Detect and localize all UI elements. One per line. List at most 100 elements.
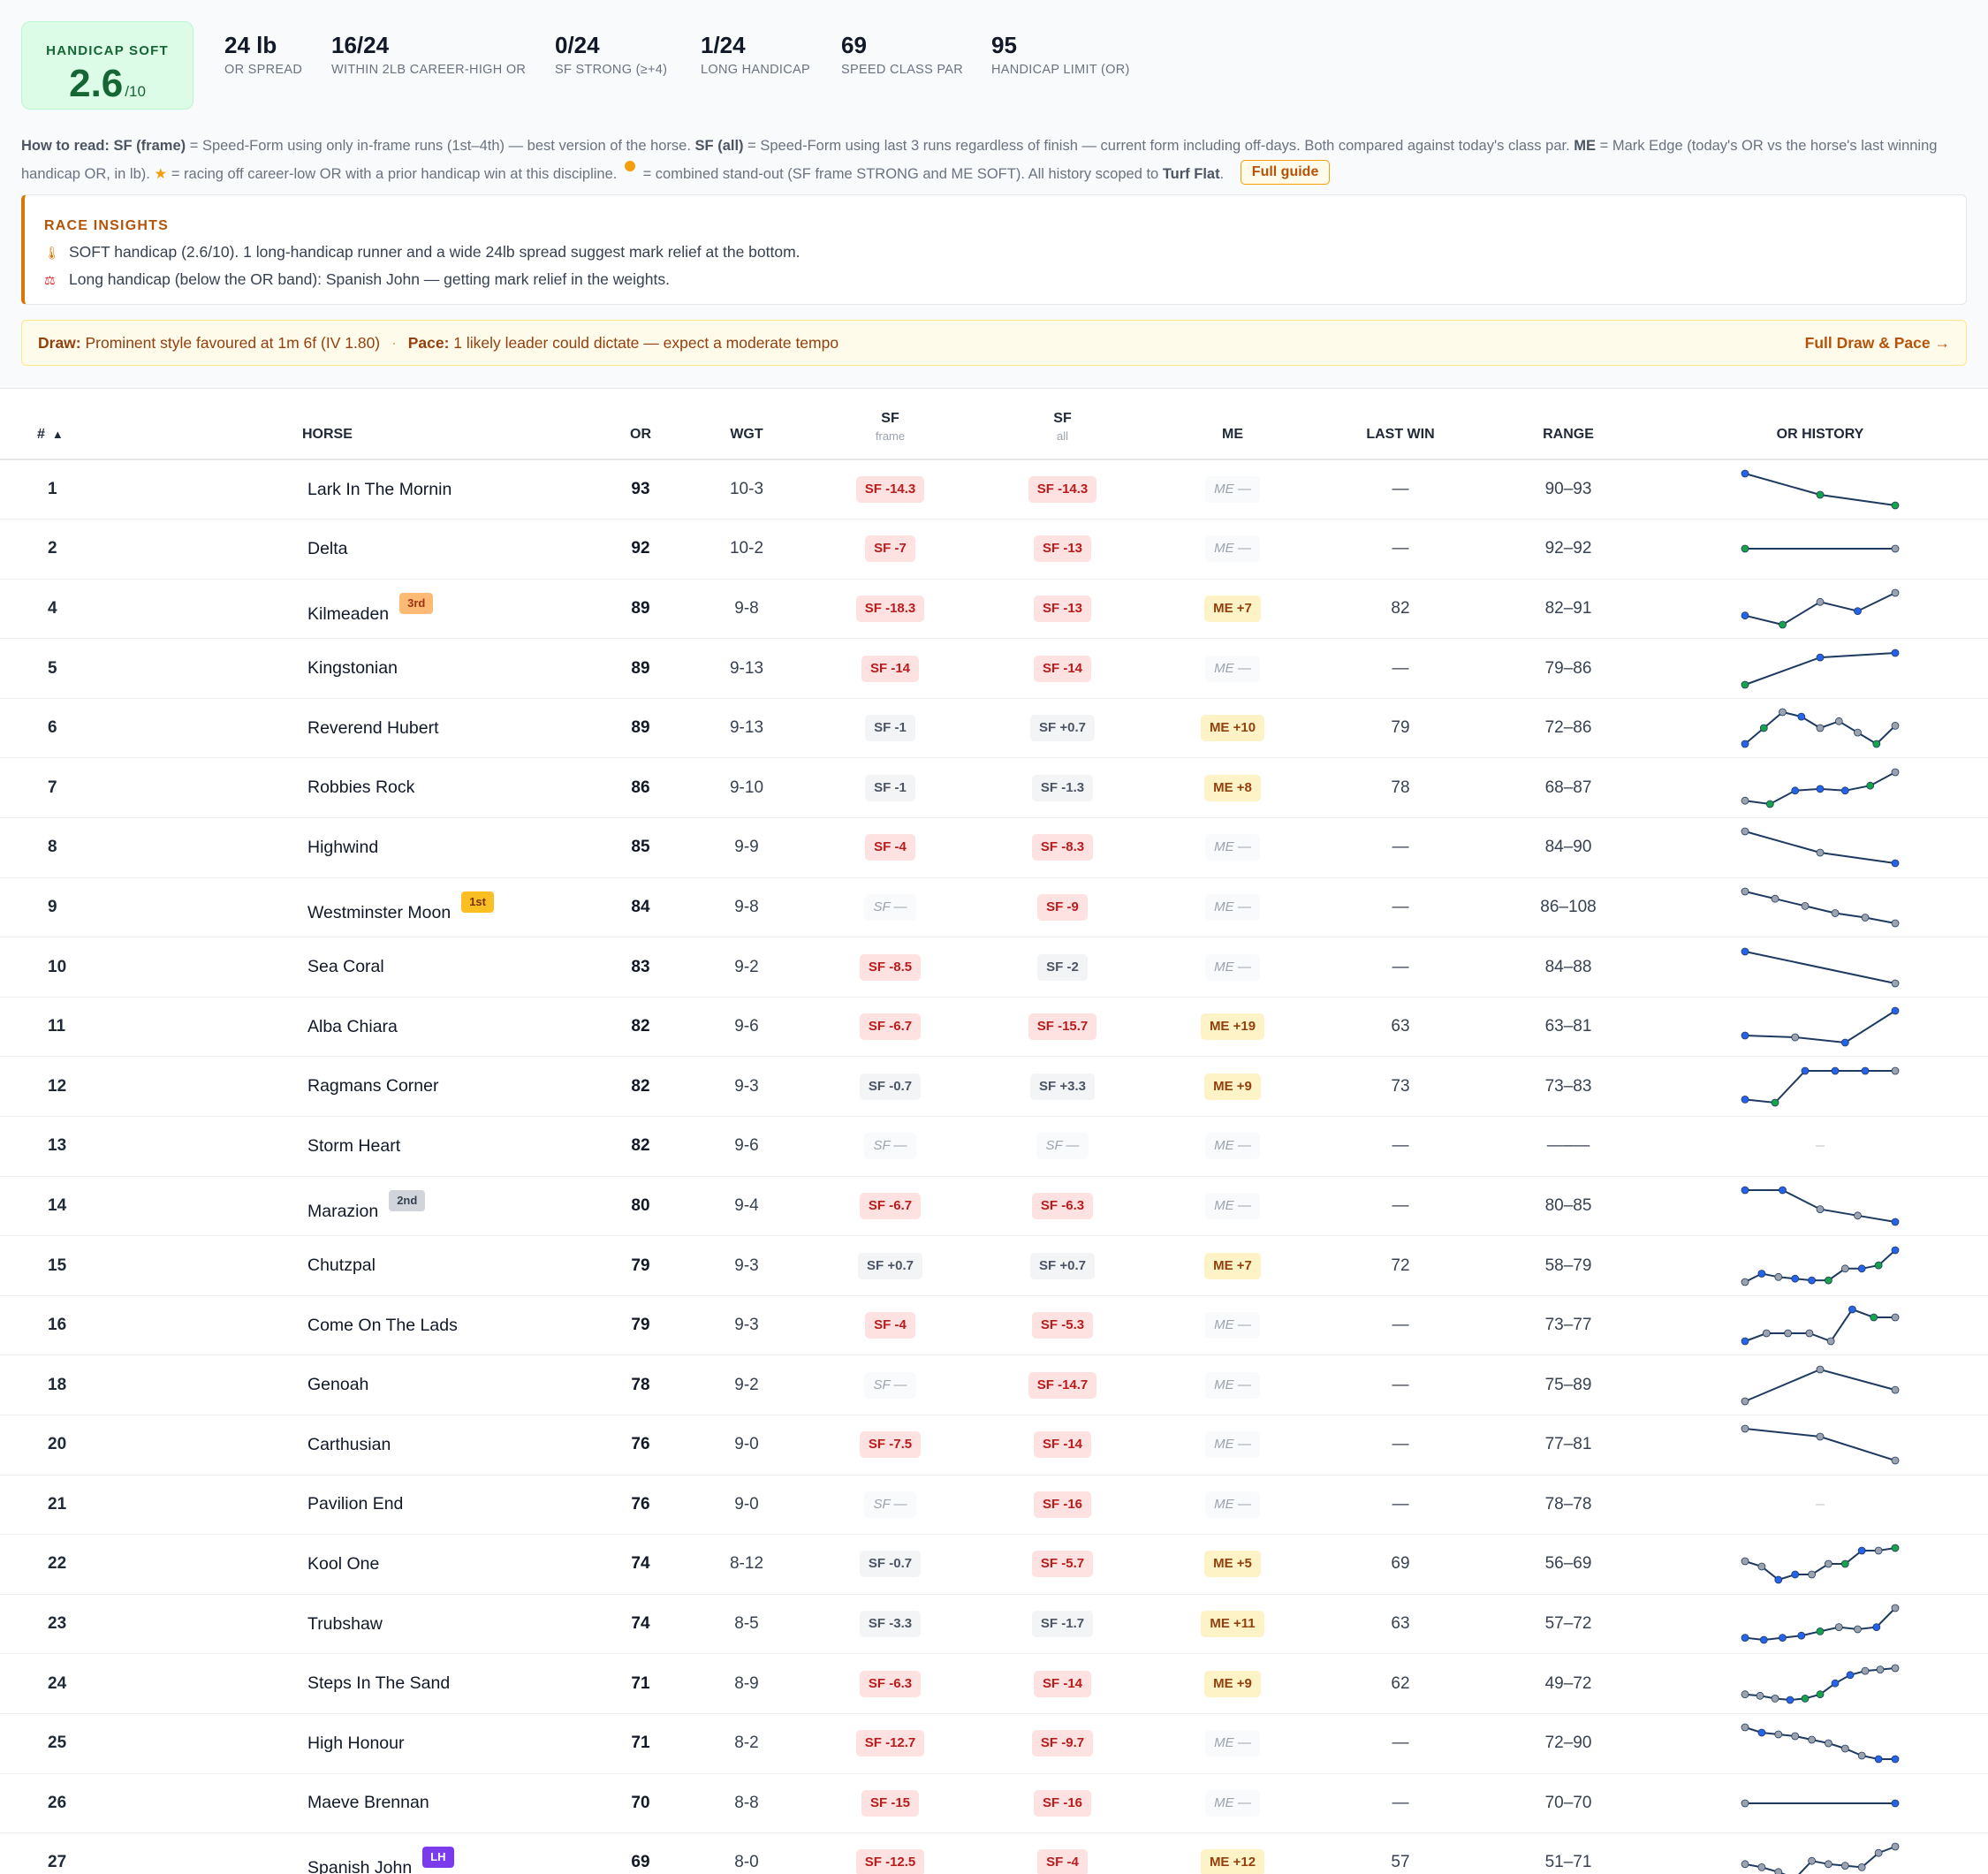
table-row[interactable]: 25 High Honour 71 8-2 SF -12.7 SF -9.7 ME — —72… (0, 1713, 1988, 1774)
horse-name[interactable]: Lark In The Mornin (307, 480, 451, 499)
horse-name[interactable]: Genoah (307, 1375, 368, 1394)
horse-name[interactable]: Steps In The Sand (307, 1673, 450, 1693)
cell-horse[interactable]: Steps In The Sand (133, 1653, 592, 1714)
table-row[interactable]: 24 Steps In The Sand 71 8-9 SF -6.3 SF -14 ME … (0, 1653, 1988, 1714)
cell-sf-all: SF +3.3 (976, 1056, 1149, 1118)
horse-name[interactable]: Highwind (307, 838, 378, 857)
table-row[interactable]: 2 Delta 92 10-2 SF -7 SF -13 ME — —92–92 (0, 519, 1988, 580)
col-horse[interactable]: HORSE (133, 389, 592, 460)
cell-horse[interactable]: Pavilion End (133, 1475, 592, 1536)
cell-horse[interactable]: Lark In The Mornin (133, 459, 592, 520)
table-row[interactable]: 26 Maeve Brennan 70 8-8 SF -15 SF -16 ME — —70–… (0, 1773, 1988, 1834)
table-row[interactable]: 6 Reverend Hubert 89 9-13 SF -1 SF +0.7 ME +10… (0, 698, 1988, 759)
cell-sf-all: SF -14.7 (976, 1354, 1149, 1415)
cell-horse[interactable]: Trubshaw (133, 1594, 592, 1655)
horse-name[interactable]: Kilmeaden (307, 604, 389, 624)
col-or[interactable]: OR (592, 389, 689, 460)
cell-range: 58–79 (1484, 1235, 1652, 1296)
table-row[interactable]: 15 Chutzpal 79 9-3 SF +0.7 SF +0.7 ME +7 72 58–7… (0, 1235, 1988, 1296)
horse-name[interactable]: Storm Heart (307, 1136, 400, 1156)
table-row[interactable]: 11 Alba Chiara 82 9-6 SF -6.7 SF -15.7 ME +19 6… (0, 997, 1988, 1058)
cell-horse[interactable]: Chutzpal (133, 1235, 592, 1296)
sf-all-pill: SF +3.3 (1030, 1073, 1095, 1100)
table-row[interactable]: 8 Highwind 85 9-9 SF -4 SF -8.3 ME — —84–90 (0, 817, 1988, 878)
cell-or-history (1652, 459, 1988, 520)
col-me[interactable]: ME (1149, 389, 1316, 460)
cell-or: 85 (592, 817, 689, 878)
table-row[interactable]: 23 Trubshaw 74 8-5 SF -3.3 SF -1.7 ME +11 63 57–… (0, 1594, 1988, 1655)
horse-name[interactable]: Trubshaw (307, 1614, 383, 1634)
horse-name[interactable]: Pavilion End (307, 1494, 403, 1514)
horse-name[interactable]: High Honour (307, 1734, 404, 1753)
horse-name[interactable]: Delta (307, 539, 348, 558)
cell-sf-frame: SF — (804, 877, 976, 938)
table-row[interactable]: 1 Lark In The Mornin 93 10-3 SF -14.3 SF -14.… (0, 459, 1988, 520)
horse-name[interactable]: Reverend Hubert (307, 718, 439, 738)
horse-name[interactable]: Ragmans Corner (307, 1076, 438, 1096)
table-row[interactable]: 22 Kool One 74 8-12 SF -0.7 SF -5.7 ME +5 69 56–… (0, 1534, 1988, 1595)
cell-horse[interactable]: Kool One (133, 1534, 592, 1595)
horse-name[interactable]: Chutzpal (307, 1256, 376, 1275)
table-row[interactable]: 27 Spanish John LH 69 8-0 SF -12.5 SF -4 ME +12… (0, 1832, 1988, 1874)
cell-horse[interactable]: Kingstonian (133, 638, 592, 699)
horse-name[interactable]: Westminster Moon (307, 903, 451, 922)
howto-sf-all: SF (all) (694, 138, 744, 154)
cell-horse[interactable]: Maeve Brennan (133, 1773, 592, 1834)
horse-name[interactable]: Spanish John (307, 1858, 412, 1874)
col-num[interactable]: # ▲ (0, 389, 133, 460)
cell-horse[interactable]: High Honour (133, 1713, 592, 1774)
col-range[interactable]: RANGE (1484, 389, 1652, 460)
cell-horse[interactable]: Storm Heart (133, 1116, 592, 1177)
cell-horse[interactable]: Sea Coral (133, 937, 592, 998)
table-row[interactable]: 10 Sea Coral 83 9-2 SF -8.5 SF -2 ME — —84–88 (0, 937, 1988, 998)
horse-name[interactable]: Sea Coral (307, 957, 384, 976)
cell-horse[interactable]: Kilmeaden 3rd (133, 579, 592, 640)
cell-horse[interactable]: Westminster Moon 1st (133, 877, 592, 938)
cell-horse[interactable]: Ragmans Corner (133, 1056, 592, 1118)
table-row[interactable]: 20 Carthusian 76 9-0 SF -7.5 SF -14 ME — —77–81 (0, 1415, 1988, 1476)
full-draw-pace-link[interactable]: Full Draw & Pace → (1805, 321, 1950, 365)
or-history-sparkline (1741, 947, 1900, 987)
cell-horse[interactable]: Marazion 2nd (133, 1176, 592, 1237)
horse-name[interactable]: Alba Chiara (307, 1017, 398, 1036)
horse-name[interactable]: Marazion (307, 1202, 378, 1221)
col-sf-frame[interactable]: SF frame (804, 389, 976, 460)
cell-horse[interactable]: Carthusian (133, 1415, 592, 1476)
sparkline-point (1891, 544, 1900, 553)
or-history-sparkline (1816, 1504, 1825, 1506)
sparkline-point (1808, 1571, 1816, 1579)
cell-sf-frame: SF -1 (804, 757, 976, 819)
table-row[interactable]: 9 Westminster Moon 1st 84 9-8 SF — SF -9 ME — —8… (0, 877, 1988, 938)
cell-horse[interactable]: Spanish John LH (133, 1832, 592, 1874)
horse-name[interactable]: Maeve Brennan (307, 1793, 429, 1812)
table-row[interactable]: 13 Storm Heart 82 9-6 SF — SF — ME — — —–— (0, 1116, 1988, 1177)
horse-name[interactable]: Come On The Lads (307, 1316, 458, 1335)
full-guide-button[interactable]: Full guide (1240, 160, 1331, 185)
table-row[interactable]: 16 Come On The Lads 79 9-3 SF -4 SF -5.3 ME — —… (0, 1295, 1988, 1356)
cell-horse[interactable]: Highwind (133, 817, 592, 878)
cell-horse[interactable]: Robbies Rock (133, 757, 592, 819)
cell-horse[interactable]: Genoah (133, 1354, 592, 1415)
cell-sf-frame: SF -4 (804, 817, 976, 878)
me-pill: ME +11 (1201, 1611, 1264, 1638)
cell-horse[interactable]: Reverend Hubert (133, 698, 592, 759)
horse-name[interactable]: Robbies Rock (307, 778, 414, 797)
cell-horse[interactable]: Alba Chiara (133, 997, 592, 1058)
table-row[interactable]: 14 Marazion 2nd 80 9-4 SF -6.7 SF -6.3 ME — —80–… (0, 1176, 1988, 1237)
sparkline-point (1791, 1274, 1800, 1283)
table-row[interactable]: 5 Kingstonian 89 9-13 SF -14 SF -14 ME — —79–86 (0, 638, 1988, 699)
cell-horse[interactable]: Delta (133, 519, 592, 580)
table-row[interactable]: 4 Kilmeaden 3rd 89 9-8 SF -18.3 SF -13 ME +7 82 8… (0, 579, 1988, 640)
horse-name[interactable]: Kingstonian (307, 658, 398, 678)
horse-name[interactable]: Kool One (307, 1554, 379, 1574)
table-row[interactable]: 18 Genoah 78 9-2 SF — SF -14.7 ME — —75–89 (0, 1354, 1988, 1415)
col-wgt[interactable]: WGT (689, 389, 804, 460)
cell-horse[interactable]: Come On The Lads (133, 1295, 592, 1356)
col-last-win[interactable]: LAST WIN (1316, 389, 1484, 460)
table-row[interactable]: 12 Ragmans Corner 82 9-3 SF -0.7 SF +3.3 ME +9… (0, 1056, 1988, 1118)
stat-value: 69 (841, 32, 867, 58)
col-sf-all[interactable]: SF all (976, 389, 1149, 460)
horse-name[interactable]: Carthusian (307, 1435, 391, 1454)
table-row[interactable]: 21 Pavilion End 76 9-0 SF — SF -16 ME — —78–78 (0, 1475, 1988, 1536)
table-row[interactable]: 7 Robbies Rock 86 9-10 SF -1 SF -1.3 ME +8 78 68… (0, 757, 1988, 819)
